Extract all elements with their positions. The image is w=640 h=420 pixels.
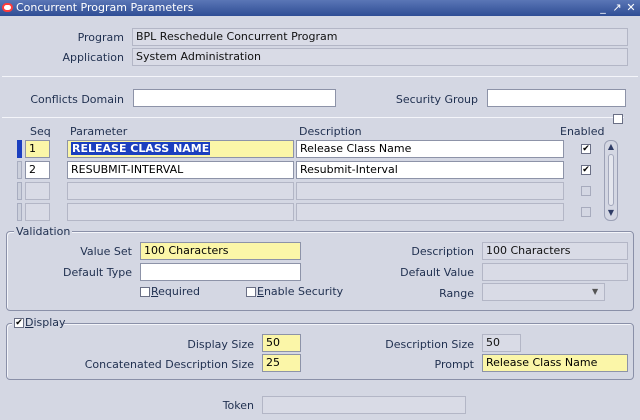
enabled-checkbox[interactable]: ✔ xyxy=(581,165,591,175)
enabled-checkbox[interactable]: ✔ xyxy=(581,144,591,154)
table-select-all-box[interactable] xyxy=(613,114,623,124)
display-size-field[interactable]: 50 xyxy=(262,334,301,352)
conflicts-domain-label: Conflicts Domain xyxy=(30,93,124,106)
display-title: Display xyxy=(25,316,66,329)
default-type-field[interactable] xyxy=(140,263,301,281)
col-header-seq: Seq xyxy=(30,125,51,138)
col-header-parameter: Parameter xyxy=(70,125,128,138)
enable-security-checkbox[interactable] xyxy=(246,287,256,297)
parameter-field[interactable] xyxy=(67,203,294,221)
display-checkbox[interactable]: ✔ xyxy=(14,318,24,328)
row-indicator[interactable] xyxy=(17,203,22,221)
description-size-field[interactable]: 50 xyxy=(482,334,521,352)
range-label: Range xyxy=(439,287,474,300)
row-indicator[interactable] xyxy=(17,161,22,179)
table-scrollbar[interactable]: ▲ ▼ xyxy=(604,140,618,221)
scroll-up-icon[interactable]: ▲ xyxy=(605,142,617,152)
required-label: Required xyxy=(151,285,200,298)
seq-field[interactable] xyxy=(25,203,50,221)
vs-description-field[interactable]: 100 Characters xyxy=(482,242,628,260)
row-indicator[interactable] xyxy=(17,182,22,200)
row-indicator-current[interactable] xyxy=(17,140,22,158)
description-field[interactable]: Release Class Name xyxy=(296,140,564,158)
enable-security-label: Enable Security xyxy=(257,285,344,298)
program-field[interactable]: BPL Reschedule Concurrent Program xyxy=(132,28,628,46)
default-type-label: Default Type xyxy=(63,266,132,279)
description-size-label: Description Size xyxy=(385,338,474,351)
description-field[interactable] xyxy=(296,203,564,221)
security-group-field[interactable] xyxy=(487,89,626,107)
seq-field[interactable] xyxy=(25,182,50,200)
header-separator xyxy=(2,76,638,77)
concat-description-size-label: Concatenated Description Size xyxy=(84,358,254,371)
window-title: Concurrent Program Parameters xyxy=(16,1,194,14)
oracle-logo-icon xyxy=(2,3,13,12)
col-header-enabled: Enabled xyxy=(560,125,605,138)
prompt-label: Prompt xyxy=(434,358,474,371)
program-label: Program xyxy=(77,31,124,44)
concat-description-size-field[interactable]: 25 xyxy=(262,354,301,372)
table-separator xyxy=(2,117,624,118)
description-field[interactable]: Resubmit-Interval xyxy=(296,161,564,179)
required-checkbox[interactable] xyxy=(140,287,150,297)
default-value-field[interactable] xyxy=(482,263,628,281)
vs-description-label: Description xyxy=(411,245,474,258)
conflicts-domain-field[interactable] xyxy=(133,89,336,107)
seq-field[interactable]: 1 xyxy=(25,140,50,158)
window-title-bar[interactable]: Concurrent Program Parameters _ ↗ ✕ xyxy=(0,0,640,16)
parameter-selected-text: RELEASE CLASS NAME xyxy=(71,142,211,155)
validation-title: Validation xyxy=(14,225,73,238)
chevron-down-icon[interactable]: ▼ xyxy=(592,287,598,296)
application-label: Application xyxy=(62,51,124,64)
scroll-down-icon[interactable]: ▼ xyxy=(605,208,617,218)
default-value-label: Default Value xyxy=(400,266,474,279)
close-icon[interactable]: ✕ xyxy=(625,1,637,14)
maximize-icon[interactable]: ↗ xyxy=(611,1,623,14)
col-header-description: Description xyxy=(299,125,362,138)
description-field[interactable] xyxy=(296,182,564,200)
application-field[interactable]: System Administration xyxy=(132,48,628,66)
parameter-field[interactable]: RELEASE CLASS NAME xyxy=(67,140,294,158)
seq-field[interactable]: 2 xyxy=(25,161,50,179)
value-set-field[interactable]: 100 Characters xyxy=(140,242,301,260)
value-set-label: Value Set xyxy=(80,245,132,258)
parameter-field[interactable]: RESUBMIT-INTERVAL xyxy=(67,161,294,179)
scroll-thumb[interactable] xyxy=(608,154,614,206)
display-size-label: Display Size xyxy=(187,338,254,351)
range-select[interactable] xyxy=(482,283,605,301)
minimize-icon[interactable]: _ xyxy=(597,1,609,14)
enabled-checkbox[interactable] xyxy=(581,186,591,196)
token-label: Token xyxy=(222,399,254,412)
token-field[interactable] xyxy=(262,396,466,414)
parameter-field[interactable] xyxy=(67,182,294,200)
enabled-checkbox[interactable] xyxy=(581,207,591,217)
security-group-label: Security Group xyxy=(395,93,478,106)
prompt-field[interactable]: Release Class Name xyxy=(482,354,628,372)
